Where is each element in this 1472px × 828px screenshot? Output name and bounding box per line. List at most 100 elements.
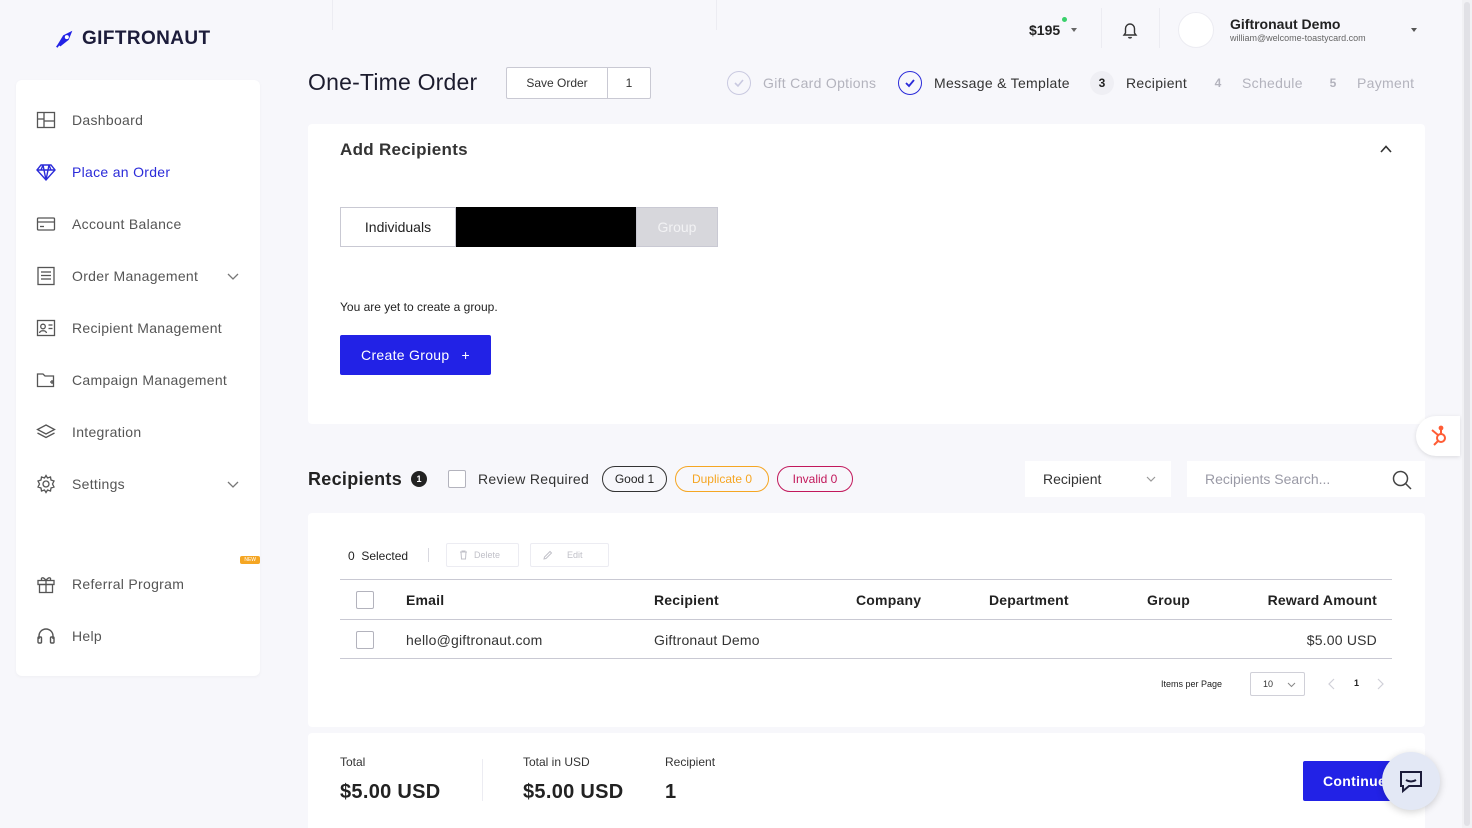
- step-label: Payment: [1357, 75, 1415, 91]
- step-gift-card-options[interactable]: Gift Card Options: [727, 71, 876, 95]
- chevron-down-icon[interactable]: [226, 477, 240, 491]
- brand-logo[interactable]: GIFTRONAUT: [54, 28, 211, 50]
- scrollbar-thumb[interactable]: [1464, 2, 1470, 826]
- total-usd-label: Total in USD: [523, 755, 590, 769]
- header-divider: [716, 0, 717, 30]
- header-divider: [1101, 8, 1102, 48]
- step-schedule[interactable]: 4 Schedule: [1206, 71, 1303, 95]
- sidebar-item-label: Account Balance: [72, 216, 182, 232]
- chevron-up-icon[interactable]: [1379, 142, 1393, 156]
- review-required-checkbox[interactable]: [448, 470, 466, 488]
- edit-button[interactable]: Edit: [530, 543, 609, 567]
- header-divider: [1159, 8, 1160, 48]
- items-per-page-label: Items per Page: [1161, 679, 1223, 689]
- save-order-group: Save Order 1: [506, 67, 651, 99]
- delete-button[interactable]: Delete: [446, 543, 519, 567]
- current-page[interactable]: 1: [1354, 678, 1359, 688]
- column-header-department[interactable]: Department: [989, 580, 1069, 620]
- column-header-group[interactable]: Group: [1147, 580, 1190, 620]
- step-label: Recipient: [1126, 75, 1188, 91]
- search-icon[interactable]: [1391, 469, 1413, 491]
- step-number: 5: [1329, 76, 1337, 90]
- recipient-count-label: Recipient: [665, 755, 716, 769]
- balance-dropdown[interactable]: $195: [1029, 22, 1078, 38]
- sidebar-item-referral-program[interactable]: Referral Program NEW: [16, 556, 260, 604]
- tab-redacted[interactable]: [456, 207, 636, 247]
- column-header-reward-amount[interactable]: Reward Amount: [1268, 580, 1377, 620]
- recipients-table: Email Recipient Company Department Group…: [340, 579, 1392, 659]
- cell-recipient: Giftronaut Demo: [654, 632, 760, 648]
- add-recipients-title: Add Recipients: [340, 140, 468, 159]
- row-checkbox[interactable]: [356, 631, 374, 649]
- column-header-company[interactable]: Company: [856, 580, 921, 620]
- filter-duplicate-pill[interactable]: Duplicate 0: [675, 466, 769, 492]
- balance-value: $195: [1029, 22, 1061, 38]
- table-header-row: Email Recipient Company Department Group…: [340, 579, 1392, 619]
- sidebar-item-label: Integration: [72, 424, 142, 440]
- chevron-left-icon[interactable]: [1327, 678, 1337, 690]
- total-usd-value: $5.00 USD: [523, 781, 624, 803]
- check-icon: [727, 71, 751, 95]
- selected-count: 0 Selected: [348, 549, 409, 563]
- cell-email: hello@giftronaut.com: [406, 632, 543, 648]
- list-icon: [36, 266, 56, 286]
- review-required-label: Review Required: [478, 471, 590, 487]
- layers-icon: [36, 422, 56, 442]
- table-row[interactable]: hello@giftronaut.com Giftronaut Demo $5.…: [340, 619, 1392, 659]
- sidebar-item-order-management[interactable]: Order Management: [16, 256, 260, 296]
- caret-down-icon[interactable]: [1409, 25, 1419, 35]
- filter-invalid-pill[interactable]: Invalid 0: [777, 466, 853, 492]
- tab-group[interactable]: Group: [636, 207, 718, 247]
- recipient-count-value: 1: [665, 781, 677, 803]
- sidebar-item-integration[interactable]: Integration: [16, 412, 260, 452]
- delete-label: Delete: [474, 550, 501, 560]
- user-email: william@welcome-toastycard.com: [1230, 33, 1366, 43]
- sidebar-item-settings[interactable]: Settings: [16, 464, 260, 504]
- sidebar-item-account-balance[interactable]: Account Balance: [16, 204, 260, 244]
- search-field-select[interactable]: Recipient: [1025, 461, 1171, 497]
- items-per-page-value: 10: [1263, 679, 1274, 689]
- sidebar-item-recipient-management[interactable]: Recipient Management: [16, 308, 260, 348]
- column-header-recipient[interactable]: Recipient: [654, 580, 719, 620]
- order-summary-bar: Total $5.00 USD Total in USD $5.00 USD R…: [308, 733, 1425, 828]
- sidebar-item-help[interactable]: Help: [16, 616, 260, 656]
- save-order-count: 1: [625, 76, 633, 90]
- bell-icon[interactable]: [1120, 20, 1140, 40]
- step-label: Gift Card Options: [763, 75, 877, 91]
- column-header-email[interactable]: Email: [406, 580, 444, 620]
- chat-widget-button[interactable]: [1382, 752, 1440, 810]
- avatar[interactable]: [1178, 12, 1214, 48]
- tab-individuals[interactable]: Individuals: [340, 207, 456, 247]
- toolbar-divider: [428, 548, 429, 562]
- recipients-search-input[interactable]: [1205, 471, 1385, 487]
- save-order-button[interactable]: Save Order: [507, 68, 608, 98]
- filter-good-pill[interactable]: Good 1: [602, 466, 667, 492]
- step-number: 3: [1090, 71, 1114, 95]
- headset-icon: [36, 626, 56, 646]
- sidebar-item-label: Order Management: [72, 268, 199, 284]
- chevron-right-icon[interactable]: [1375, 678, 1385, 690]
- gift-icon: [36, 574, 56, 594]
- sidebar: Dashboard Place an Order Account Balance…: [16, 80, 260, 676]
- recipients-count-badge: 1: [411, 471, 427, 487]
- empty-group-message: You are yet to create a group.: [340, 300, 498, 314]
- new-badge: NEW: [240, 556, 260, 564]
- sidebar-item-place-order[interactable]: Place an Order: [16, 152, 260, 192]
- sidebar-item-campaign-management[interactable]: Campaign Management: [16, 360, 260, 400]
- create-group-button[interactable]: Create Group +: [340, 335, 491, 375]
- step-recipient[interactable]: 3 Recipient: [1090, 71, 1187, 95]
- items-per-page-select[interactable]: 10: [1250, 672, 1305, 696]
- select-all-checkbox[interactable]: [356, 591, 374, 609]
- recipients-search: [1187, 461, 1425, 497]
- step-payment[interactable]: 5 Payment: [1321, 71, 1414, 95]
- sidebar-item-label: Settings: [72, 476, 125, 492]
- chevron-down-icon[interactable]: [226, 269, 240, 283]
- search-field-value: Recipient: [1043, 471, 1102, 487]
- chevron-down-icon: [1146, 476, 1156, 482]
- total-value: $5.00 USD: [340, 781, 441, 803]
- sidebar-item-dashboard[interactable]: Dashboard: [16, 100, 260, 140]
- step-label: Message & Template: [934, 75, 1070, 91]
- hubspot-widget[interactable]: [1416, 416, 1460, 456]
- step-message-template[interactable]: Message & Template: [898, 71, 1070, 95]
- pencil-icon: [543, 550, 553, 560]
